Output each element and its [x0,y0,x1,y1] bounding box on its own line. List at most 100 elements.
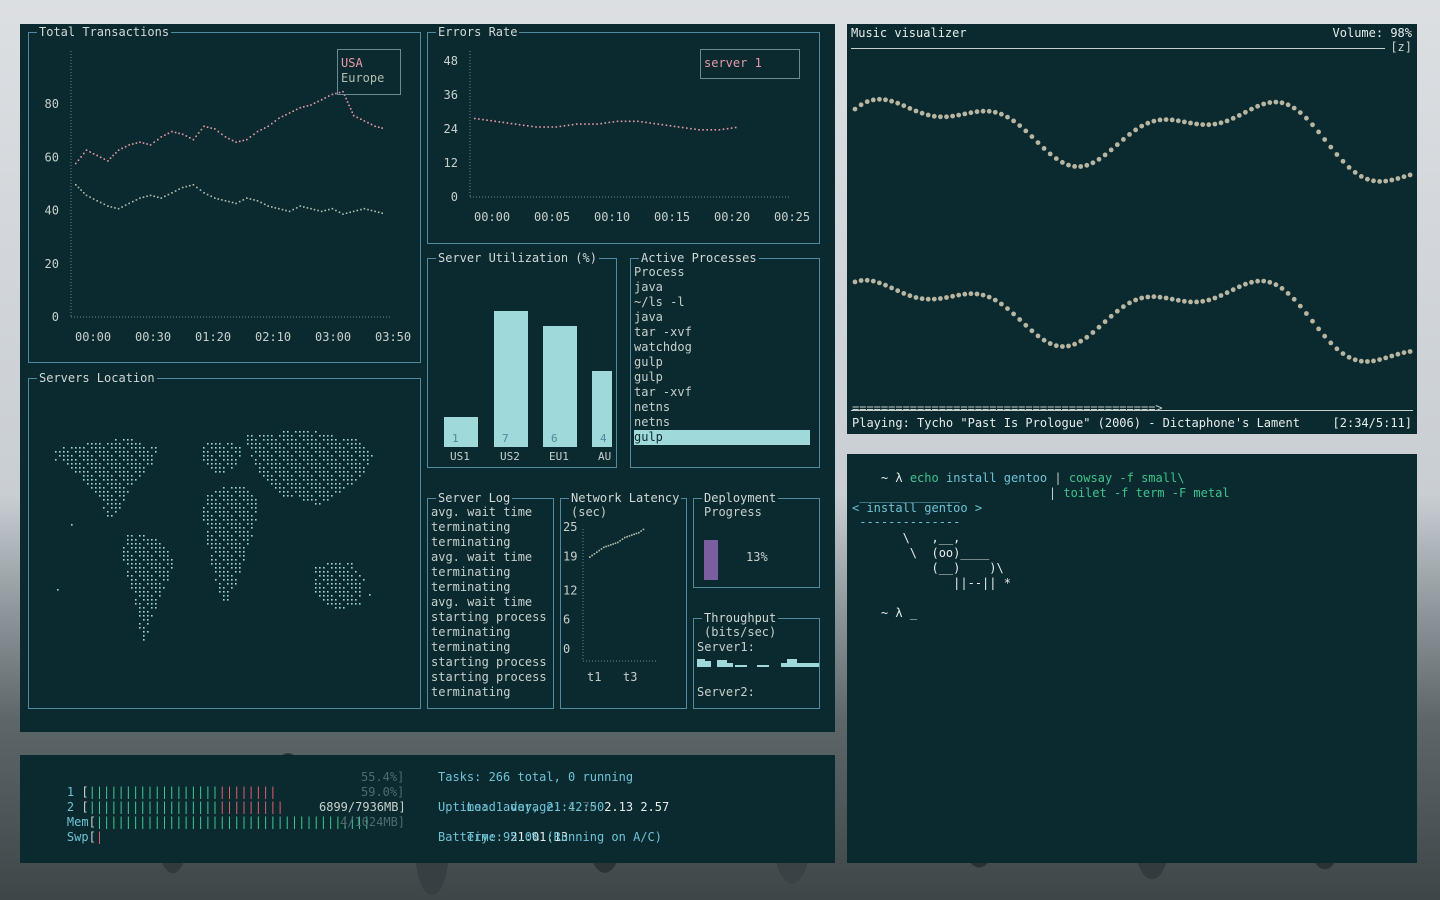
map-dot [215,539,217,541]
map-dot [251,447,253,449]
tx-point [85,194,88,197]
err-point [604,122,607,124]
map-dot [251,455,253,457]
map-dot [115,463,117,465]
process-item[interactable]: watchdog [634,340,810,355]
map-dot [227,515,229,517]
map-dot [107,451,109,453]
map-dot [231,539,233,541]
process-item[interactable]: netns [634,400,810,415]
map-dot [223,587,225,589]
map-dot [363,451,365,453]
tx-point [331,93,334,96]
map-dot [71,459,73,461]
map-dot [231,463,233,465]
processes-list[interactable]: java ~/ls -l java tar -xvf watchdog gulp gulp t… [634,280,810,445]
process-item[interactable]: ~/ls -l [634,295,810,310]
map-dot [215,503,217,505]
map-dot [263,435,265,437]
map-dot [203,447,205,449]
tx-point [260,201,262,204]
tx-point [342,213,344,215]
process-item[interactable]: tar -xvf [634,325,810,340]
tx-point [112,154,114,157]
map-dot [139,607,141,609]
utilization-label: US2 [500,450,520,463]
log-line: avg. wait time [431,505,533,519]
err-point [498,121,501,123]
map-dot [335,443,337,445]
map-dot [111,495,113,497]
map-dot [299,483,301,485]
map-dot [307,439,309,441]
map-dot [107,495,109,497]
process-item[interactable]: tar -xvf [634,385,810,400]
err-point [514,123,517,125]
process-item[interactable]: netns [634,415,810,430]
map-dot [123,471,125,473]
map-dot [283,487,285,489]
visualizer-dot [986,294,992,300]
map-dot [299,467,301,469]
map-dot [155,559,157,561]
process-item[interactable]: java [634,280,810,295]
map-dot [231,507,233,509]
visualizer-zoom-toggle[interactable]: [z] [1390,40,1412,55]
map-dot [75,467,77,469]
map-dot [251,527,253,529]
process-item[interactable]: gulp [634,430,810,445]
process-item[interactable]: java [634,310,810,325]
map-dot [235,583,237,585]
map-dot [227,551,229,553]
map-dot [75,447,77,449]
map-dot [299,443,301,445]
map-dot [367,455,369,457]
process-item[interactable]: gulp [634,355,810,370]
process-item[interactable]: gulp [634,370,810,385]
tx-point [146,195,148,198]
map-dot [139,463,141,465]
err-point [478,118,480,120]
latency-point [614,542,617,545]
map-dot [107,475,109,477]
visualizer-dot [1005,114,1010,120]
map-dot [351,583,353,585]
visualizer-dot [1243,281,1248,287]
utilization-label: AU [598,450,612,463]
map-dot [223,515,225,517]
map-dot [215,451,217,453]
map-dot [351,575,353,577]
map-dot [355,467,357,469]
map-dot [231,567,233,569]
latency-point [596,551,598,553]
err-xtick: 00:25 [774,210,810,224]
map-dot [127,451,129,453]
map-dot [103,451,105,453]
map-dot [99,443,101,445]
shell-window[interactable]: ~ λ echo install gentoo | cowsay -f smal… [847,454,1417,863]
map-dot [99,451,101,453]
map-dot [359,603,361,605]
map-dot [283,431,285,433]
map-dot [111,515,113,517]
err-point [567,124,570,127]
err-point [494,120,496,123]
visualizer-dot [1121,304,1126,310]
map-dot [143,555,145,557]
map-dot [279,443,281,445]
map-dot [319,467,321,469]
map-dot [163,587,165,589]
map-dot [231,447,233,449]
map-dot [231,455,233,457]
map-dot [151,559,153,561]
map-dot [223,599,225,601]
map-dot [343,591,345,593]
map-dot [315,483,317,485]
map-dot [59,455,61,457]
tx-point [267,125,269,128]
shell-line-prompt[interactable]: ~ λ _ [852,591,917,621]
map-dot [319,503,321,505]
visualizer-dot [1096,156,1102,162]
tx-point [292,110,294,112]
err-point [690,127,692,130]
